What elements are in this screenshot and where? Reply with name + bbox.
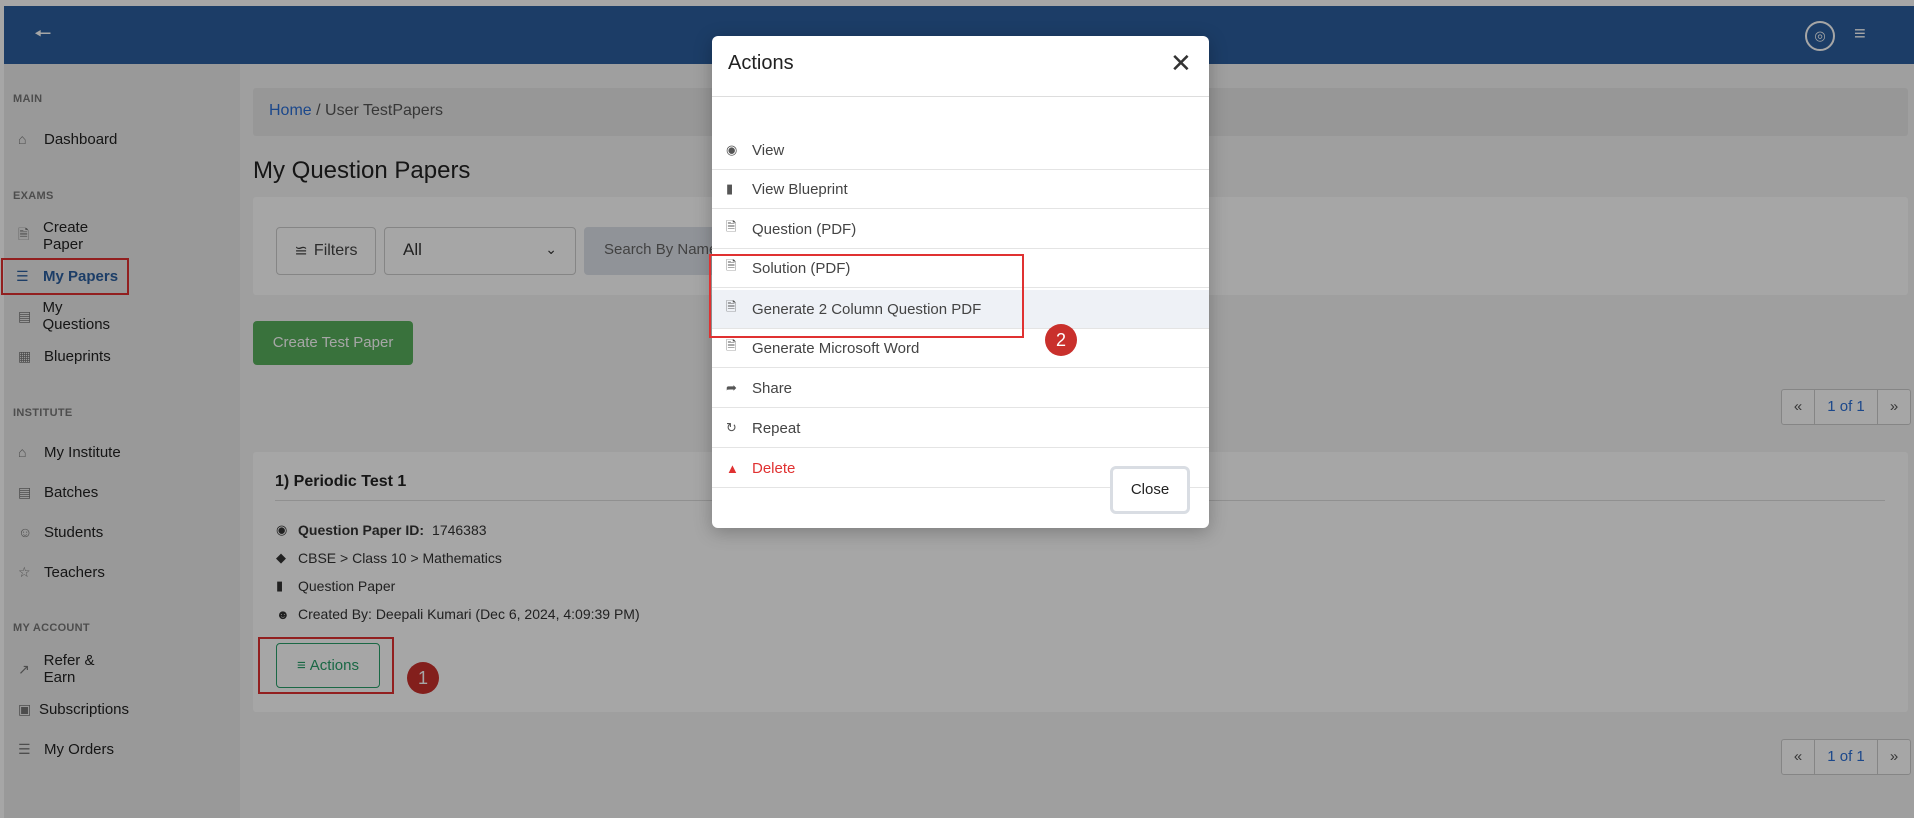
menu-item-share[interactable]: ➦ Share: [712, 369, 1209, 408]
close-button[interactable]: Close: [1110, 466, 1190, 514]
menu-item-label: View Blueprint: [752, 180, 848, 198]
pdf-icon: 🗎: [726, 219, 737, 234]
annotation-highlight-generate: [709, 254, 1024, 338]
file-text-icon: ▮: [726, 181, 734, 196]
actions-modal: Actions ✕ ◉ View ▮ View Blueprint 🗎 Ques…: [709, 36, 1209, 528]
menu-item-label: Repeat: [752, 419, 801, 437]
trash-icon: ▲: [726, 460, 739, 476]
annotation-badge-2: 2: [1045, 324, 1077, 356]
menu-item-view-blueprint[interactable]: ▮ View Blueprint: [712, 170, 1209, 209]
pdf-icon: 🗎: [726, 338, 737, 353]
divider: [712, 96, 1209, 97]
menu-item-label: Delete: [752, 459, 796, 477]
repeat-icon: ↻: [726, 420, 737, 435]
close-icon[interactable]: ✕: [1170, 50, 1192, 76]
eye-icon: ◉: [726, 142, 738, 157]
menu-item-label: Question (PDF): [752, 220, 857, 238]
menu-item-label: Share: [752, 379, 793, 397]
menu-item-label: Generate Microsoft Word: [752, 339, 920, 357]
menu-item-question-pdf[interactable]: 🗎 Question (PDF): [712, 210, 1209, 249]
modal-title: Actions: [728, 52, 794, 74]
menu-item-repeat[interactable]: ↻ Repeat: [712, 409, 1209, 448]
share-icon: ➦: [726, 380, 737, 395]
menu-item-label: View: [752, 141, 785, 159]
menu-item-view[interactable]: ◉ View: [712, 131, 1209, 170]
